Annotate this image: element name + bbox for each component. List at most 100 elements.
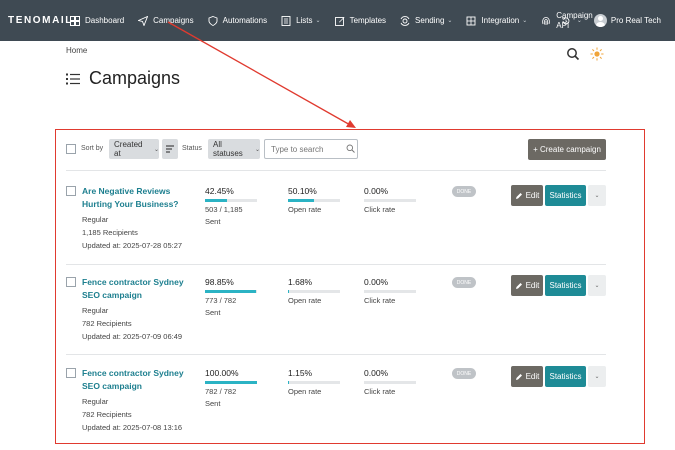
status-badge: DONE [452,186,476,197]
statistics-button[interactable]: Statistics [545,275,586,296]
nav-automations-label: Automations [222,16,268,25]
chevron-down-icon[interactable]: ⌄ [577,17,582,24]
nav-templates[interactable]: Templates [334,0,387,41]
list-menu-icon [66,73,80,84]
click-rate-metric: 0.00% Click rate [364,277,416,305]
open-rate-metric: 1.15% Open rate [288,368,340,396]
sent-metric: 100.00% 782 / 782 Sent [205,368,257,408]
more-options-button[interactable]: ⌄ [588,275,606,296]
row-checkbox[interactable] [66,277,76,287]
edit-button[interactable]: Edit [511,185,543,206]
row-checkbox[interactable] [66,368,76,378]
nav-lists-label: Lists [296,16,313,25]
chevron-down-icon: ⌄ [522,18,528,24]
sent-progress-fill [205,381,257,384]
nav-dashboard[interactable]: Dashboard [70,0,124,41]
campaign-title-link[interactable]: Are Negative Reviews Hurting Your Busine… [82,185,197,211]
user-menu[interactable]: ⌄ Pro Real Tech [561,0,661,41]
click-rate-label: Click rate [364,205,396,214]
click-rate-metric: 0.00% Click rate [364,186,416,214]
sent-count: 782 / 782 [205,387,237,396]
breadcrumb[interactable]: Home [66,46,87,55]
open-rate-metric: 1.68% Open rate [288,277,340,305]
sent-count: 773 / 782 [205,296,237,305]
click-rate-percent: 0.00% [364,277,389,287]
pencil-icon [515,192,522,199]
sent-percent: 100.00% [205,368,239,378]
sent-progress-bar [205,290,257,293]
nav-dashboard-label: Dashboard [85,16,125,25]
sent-count: 503 / 1,185 [205,205,243,214]
sort-by-label: Sort by [81,145,104,152]
campaign-title-link[interactable]: Fence contractor Sydney SEO campaign [82,276,197,302]
chevron-down-icon: ⌄ [447,18,453,24]
search-input[interactable] [264,139,358,159]
sent-progress-bar [205,199,257,202]
sort-by-value: Created at [114,140,143,158]
open-rate-progress-bar [288,199,340,202]
page-title: Campaigns [66,68,180,89]
sent-metric: 42.45% 503 / 1,185 Sent [205,186,257,226]
edit-button[interactable]: Edit [511,366,543,387]
click-rate-percent: 0.00% [364,368,389,378]
sun-icon[interactable] [589,46,605,62]
statistics-button[interactable]: Statistics [545,185,586,206]
table-row: Fence contractor Sydney SEO campaign Reg… [0,272,675,362]
nav-lists[interactable]: Lists ⌄ [281,0,321,41]
nav-integration[interactable]: Integration ⌄ [466,0,527,41]
status-badge: DONE [452,277,476,288]
search-icon[interactable] [565,46,581,62]
list-icon [281,15,291,26]
main-nav: Dashboard Campaigns Automations Lists ⌄ … [63,0,593,41]
user-name: Pro Real Tech [610,16,661,25]
shield-icon [208,15,218,26]
nav-campaigns[interactable]: Campaigns [138,0,194,41]
status-badge: DONE [452,368,476,379]
brand-logo[interactable]: TENOMAIL [8,15,71,26]
open-rate-progress-bar [288,381,340,384]
campaign-updated: Updated at: 2025-07-09 06:49 [82,332,183,341]
nav-automations[interactable]: Automations [208,0,267,41]
campaign-title-link[interactable]: Fence contractor Sydney SEO campaign [82,367,197,393]
status-label: Status [182,145,202,152]
history-icon[interactable] [561,16,571,26]
more-options-button[interactable]: ⌄ [588,185,606,206]
avatar[interactable] [593,14,607,27]
click-rate-percent: 0.00% [364,186,389,196]
open-rate-progress-fill [288,199,315,202]
select-all-checkbox[interactable] [66,144,76,154]
sending-icon [400,15,410,26]
campaign-type: Regular [82,397,109,406]
open-rate-label: Open rate [288,387,322,396]
top-navbar: TENOMAIL Dashboard Campaigns Automations… [0,0,675,41]
click-rate-progress-bar [364,381,416,384]
edit-template-icon [334,16,345,26]
statistics-button[interactable]: Statistics [545,366,586,387]
open-rate-progress-bar [288,290,340,293]
chevron-down-icon: ⌄ [594,374,600,380]
campaign-type: Regular [82,215,109,224]
campaign-updated: Updated at: 2025-07-28 05:27 [82,241,183,250]
plugin-icon [466,16,476,25]
create-campaign-button[interactable]: + Create campaign [528,139,606,160]
sort-lines-icon [166,145,174,153]
table-row: Are Negative Reviews Hurting Your Busine… [0,181,675,271]
sort-by-select[interactable]: Created at ⌄ [109,139,159,159]
chevron-down-icon: ⌄ [594,283,600,289]
sort-direction-button[interactable] [162,139,178,159]
open-rate-label: Open rate [288,296,322,305]
nav-campaigns-label: Campaigns [153,16,194,25]
nav-sending[interactable]: Sending ⌄ [400,0,452,41]
edit-button[interactable]: Edit [511,275,543,296]
open-rate-progress-fill [288,290,289,293]
row-checkbox[interactable] [66,186,76,196]
status-select[interactable]: All statuses ⌄ [208,139,260,159]
click-rate-label: Click rate [364,296,396,305]
open-rate-percent: 1.68% [288,277,313,287]
campaign-recipients: 782 Recipients [82,410,132,419]
sent-progress-bar [205,381,257,384]
sent-percent: 42.45% [205,186,234,196]
nav-templates-label: Templates [349,16,387,25]
click-rate-progress-bar [364,199,416,202]
more-options-button[interactable]: ⌄ [588,366,606,387]
